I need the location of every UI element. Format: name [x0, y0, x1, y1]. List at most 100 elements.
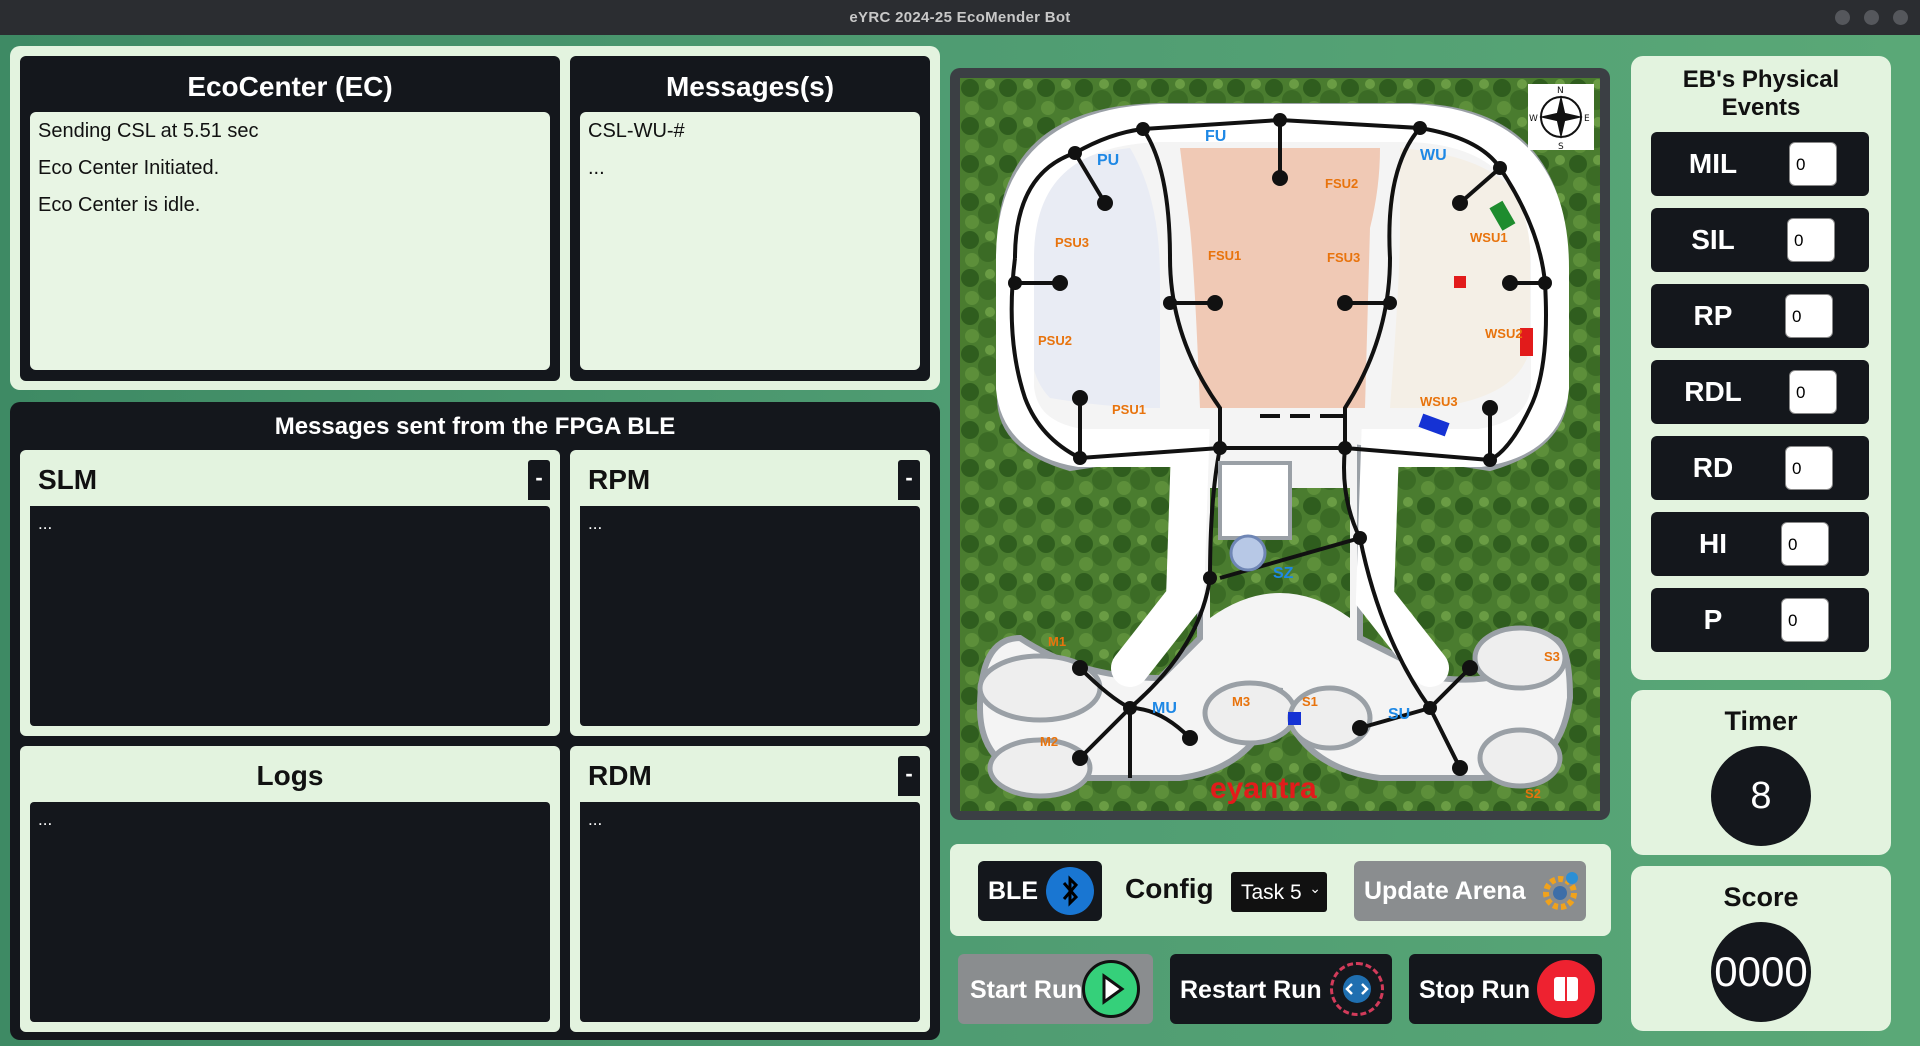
message-line: CSL-WU-#: [588, 120, 685, 142]
logs-content: ...: [30, 802, 550, 1022]
rpm-collapse-button[interactable]: -: [898, 460, 920, 500]
compass-east: E: [1584, 114, 1590, 124]
unit-label-psu1: PSU1: [1112, 402, 1146, 417]
physical-events-panel: EB's Physical Events MIL 0 SIL 0 RP 0 RD…: [1631, 56, 1891, 680]
start-run-button[interactable]: Start Run: [958, 954, 1153, 1024]
slm-card: SLM - ...: [20, 450, 560, 736]
physical-events-title: EB's Physical Events: [1682, 66, 1840, 121]
window-titlebar: eYRC 2024-25 EcoMender Bot: [0, 0, 1920, 35]
task-select-value: Task 5: [1241, 881, 1302, 904]
ble-label: BLE: [988, 877, 1038, 905]
event-label: MIL: [1688, 148, 1738, 179]
start-run-label: Start Run: [970, 976, 1083, 1004]
message-line: ...: [588, 157, 605, 179]
event-value-input[interactable]: 0: [1781, 522, 1829, 566]
rpm-label: RPM: [588, 464, 651, 495]
event-row-rp: RP 0: [1651, 284, 1869, 348]
slm-label: SLM: [38, 464, 98, 495]
event-row-hi: HI 0: [1651, 512, 1869, 576]
event-value-input[interactable]: 0: [1785, 294, 1833, 338]
event-value-input[interactable]: 0: [1785, 446, 1833, 490]
event-row-p: P 0: [1651, 588, 1869, 652]
config-label: Config: [1125, 873, 1214, 904]
logs-card: Logs ...: [20, 746, 560, 1032]
event-label: RP: [1693, 300, 1733, 331]
unit-label-wsu2: WSU2: [1485, 326, 1523, 341]
timer-title: Timer: [1724, 706, 1798, 736]
ecocenter-line: Eco Center Initiated.: [38, 157, 220, 179]
unit-label-psu2: PSU2: [1038, 333, 1072, 348]
slm-content: ...: [30, 506, 550, 726]
ecocenter-card: EcoCenter (EC) Sending CSL at 5.51 sec E…: [20, 56, 560, 381]
maximize-button[interactable]: [1864, 10, 1879, 25]
play-icon: [1082, 960, 1140, 1018]
messages-log: CSL-WU-# ...: [580, 112, 920, 370]
config-panel: BLE Config Task 5 ⌄ Update Arena: [950, 844, 1611, 936]
messages-card: Messages(s) CSL-WU-# ...: [570, 56, 930, 381]
unit-label-wsu3: WSU3: [1420, 394, 1458, 409]
close-button[interactable]: [1893, 10, 1908, 25]
update-arena-label: Update Arena: [1364, 877, 1526, 905]
unit-label-psu3: PSU3: [1055, 235, 1089, 250]
arena-svg: N S E W PU FU WU MU SU SZ PSU1 PSU2 PSU3…: [960, 78, 1600, 811]
unit-label-fsu3: FSU3: [1327, 250, 1360, 265]
restart-run-label: Restart Run: [1180, 976, 1322, 1004]
restart-run-button[interactable]: Restart Run: [1170, 954, 1392, 1024]
score-title: Score: [1723, 882, 1799, 912]
stop-icon: [1537, 960, 1595, 1018]
score-value: 0000: [1711, 922, 1811, 1022]
slm-collapse-button[interactable]: -: [528, 460, 550, 500]
event-row-rdl: RDL 0: [1651, 360, 1869, 424]
eyantra-logo: eyantra: [1210, 772, 1317, 805]
event-label: RD: [1692, 452, 1734, 483]
window-title: eYRC 2024-25 EcoMender Bot: [849, 9, 1071, 26]
event-row-rd: RD 0: [1651, 436, 1869, 500]
rdm-card: RDM - ...: [570, 746, 930, 1032]
messages-title: Messages(s): [665, 71, 835, 102]
bluetooth-icon: [1046, 867, 1094, 915]
unit-label-s2: S2: [1525, 786, 1541, 801]
zone-label-fu: FU: [1205, 128, 1226, 145]
event-row-mil: MIL 0: [1651, 132, 1869, 196]
score-panel: Score 0000: [1631, 866, 1891, 1031]
update-arena-button[interactable]: Update Arena: [1354, 861, 1586, 921]
zone-label-mu: MU: [1152, 700, 1177, 717]
compass-north: N: [1557, 86, 1564, 96]
rdm-collapse-button[interactable]: -: [898, 756, 920, 796]
ecocenter-line: Eco Center is idle.: [38, 194, 201, 216]
minimize-button[interactable]: [1835, 10, 1850, 25]
stop-run-label: Stop Run: [1419, 976, 1531, 1004]
ecocenter-line: Sending CSL at 5.51 sec: [38, 120, 259, 142]
rdm-label: RDM: [588, 760, 652, 791]
ecocenter-title: EcoCenter (EC): [187, 71, 393, 102]
event-row-sil: SIL 0: [1651, 208, 1869, 272]
rpm-card: RPM - ...: [570, 450, 930, 736]
zone-label-sz: SZ: [1273, 565, 1294, 582]
event-value-input[interactable]: 0: [1789, 370, 1837, 414]
zone-label-su: SU: [1388, 706, 1410, 723]
stop-run-button[interactable]: Stop Run: [1409, 954, 1602, 1024]
ble-button[interactable]: BLE: [978, 861, 1102, 921]
zone-label-wu: WU: [1420, 147, 1447, 164]
unit-label-fsu2: FSU2: [1325, 176, 1358, 191]
unit-label-s3: S3: [1544, 649, 1560, 664]
chevron-down-icon: ⌄: [1309, 880, 1321, 896]
event-label: HI: [1699, 528, 1727, 559]
event-value-input[interactable]: 0: [1787, 218, 1835, 262]
compass-south: S: [1558, 142, 1564, 152]
event-label: RDL: [1684, 376, 1742, 407]
rpm-content: ...: [580, 506, 920, 726]
event-value-input[interactable]: 0: [1781, 598, 1829, 642]
timer-value: 8: [1711, 746, 1811, 846]
unit-label-wsu1: WSU1: [1470, 230, 1508, 245]
fpga-ble-title: Messages sent from the FPGA BLE: [274, 413, 676, 440]
unit-label-m3: M3: [1232, 694, 1250, 709]
unit-label-fsu1: FSU1: [1208, 248, 1241, 263]
rdm-content: ...: [580, 802, 920, 1022]
event-value-input[interactable]: 0: [1789, 142, 1837, 186]
ecocenter-log: Sending CSL at 5.51 sec Eco Center Initi…: [30, 112, 550, 370]
zone-label-pu: PU: [1097, 152, 1119, 169]
timer-panel: Timer 8: [1631, 690, 1891, 855]
event-label: P: [1703, 604, 1723, 635]
task-select[interactable]: Task 5 ⌄: [1231, 872, 1327, 912]
